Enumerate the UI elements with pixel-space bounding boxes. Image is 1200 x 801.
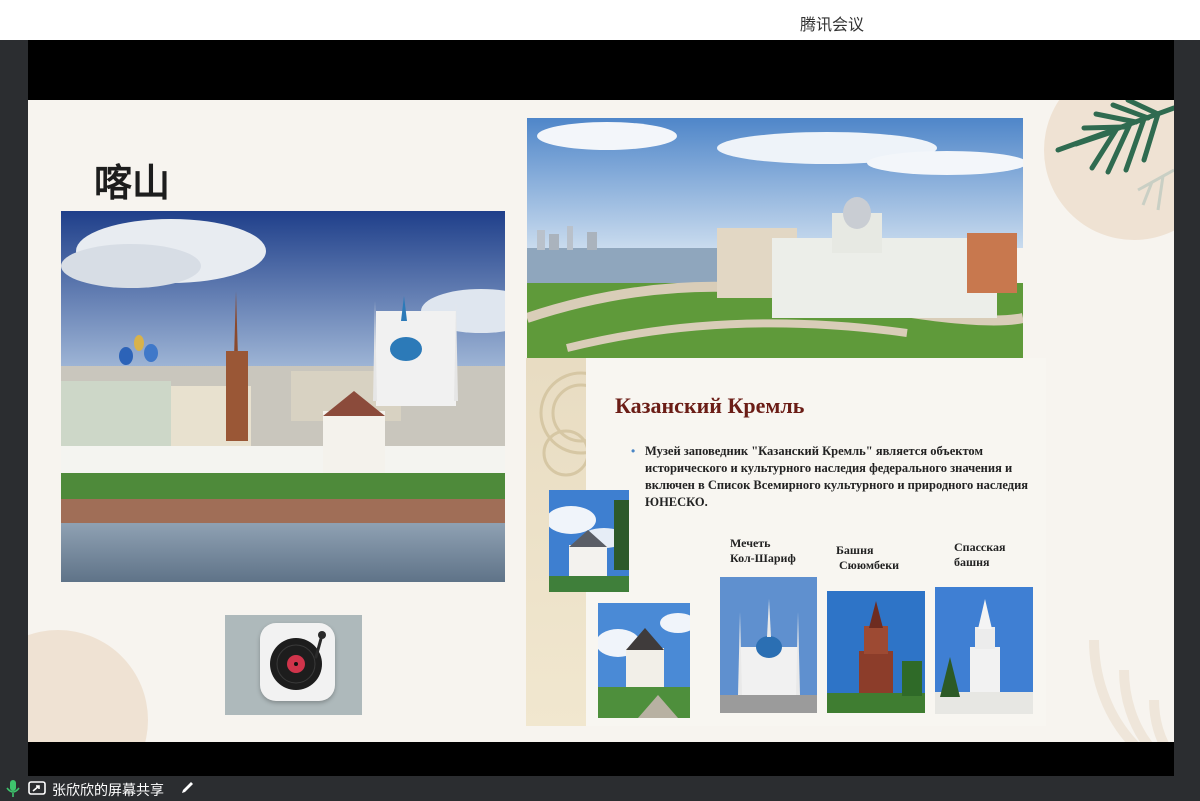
letterbox-top xyxy=(28,40,1174,100)
screen-share-statusbar: 张欣欣的屏幕共享 xyxy=(0,776,1200,801)
tower-photo-small-2 xyxy=(598,603,690,718)
spasskaya-tower-photo xyxy=(935,587,1033,714)
slide-title: 喀山 xyxy=(94,161,171,205)
palace-photo xyxy=(527,118,1023,358)
caption-spasskaya: Спасская башня xyxy=(954,540,1006,569)
bullet-icon: • xyxy=(631,444,636,458)
microphone-icon[interactable] xyxy=(6,780,20,797)
music-player-card[interactable] xyxy=(225,615,362,715)
kremlin-photo xyxy=(61,211,505,582)
right-frame xyxy=(1174,40,1200,775)
music-player-icon[interactable] xyxy=(260,623,335,701)
info-description: Музей заповедник "Казанский Кремль" явля… xyxy=(645,444,1029,509)
app-title: 腾讯会议 xyxy=(800,15,865,34)
letterbox-bottom xyxy=(28,742,1174,776)
left-frame xyxy=(0,40,28,775)
mosque-photo xyxy=(720,577,817,713)
screen-share-icon[interactable] xyxy=(28,781,46,796)
window-titlebar: 腾讯会议 xyxy=(0,0,1200,41)
tower-photo-small-1 xyxy=(549,490,629,592)
shared-slide: 喀山 Казанский Кремль • Музей заповедник "… xyxy=(28,100,1174,742)
pen-icon[interactable] xyxy=(180,780,195,795)
caption-mosque: Мечеть Кол-Шариф xyxy=(730,536,796,565)
screen-share-label: 张欣欣的屏幕共享 xyxy=(52,783,164,799)
caption-suyumbike: Башня Сююмбеки xyxy=(836,543,900,572)
palm-leaf-icon xyxy=(1055,100,1174,211)
decor-blob-bottom-left xyxy=(28,630,148,742)
info-heading: Казанский Кремль xyxy=(615,393,805,418)
suyumbike-tower-photo xyxy=(827,591,925,713)
